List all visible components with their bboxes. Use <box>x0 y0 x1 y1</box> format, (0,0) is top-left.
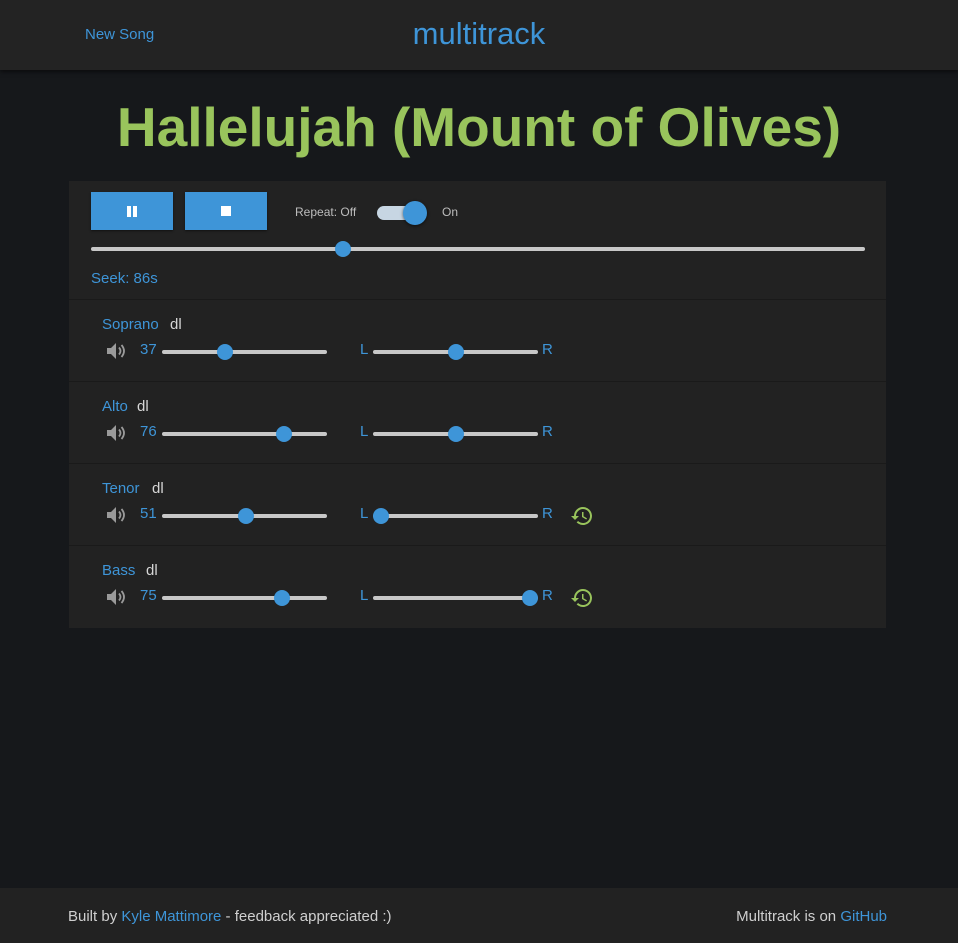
pan-left-label: L <box>360 423 369 440</box>
pan-slider[interactable] <box>373 590 538 606</box>
track-name[interactable]: Tenor <box>102 480 140 497</box>
track-row: Tenor dl 51 L R <box>69 464 886 546</box>
song-title: Hallelujah (Mount of Olives) <box>116 96 842 158</box>
pan-slider[interactable] <box>373 508 538 524</box>
pan-right-label: R <box>542 587 553 604</box>
repeat-toggle[interactable] <box>377 201 427 225</box>
volume-slider[interactable] <box>162 508 327 524</box>
track-name[interactable]: Soprano <box>102 316 159 333</box>
volume-slider[interactable] <box>162 426 327 442</box>
pause-icon <box>127 206 137 217</box>
reset-history-icon[interactable] <box>570 586 594 610</box>
volume-slider-rail <box>162 350 327 354</box>
pan-left-label: L <box>360 505 369 522</box>
seek-slider[interactable] <box>91 241 865 257</box>
github-link[interactable]: GitHub <box>840 908 887 925</box>
volume-slider-thumb[interactable] <box>276 426 293 442</box>
volume-slider[interactable] <box>162 344 327 360</box>
track-row: Bass dl 75 L R <box>69 546 886 628</box>
footer-credits: Built by Kyle Mattimore - feedback appre… <box>68 908 392 925</box>
transport-controls: Repeat: Off On Seek: 86s <box>69 181 886 300</box>
volume-slider-thumb[interactable] <box>216 344 233 360</box>
speaker-icon[interactable] <box>105 505 127 525</box>
speaker-icon[interactable] <box>105 587 127 607</box>
top-navbar: New Song multitrack <box>0 0 958 70</box>
volume-slider-thumb[interactable] <box>274 590 291 606</box>
pan-left-label: L <box>360 341 369 358</box>
track-name[interactable]: Bass <box>102 562 135 579</box>
built-by-suffix: - feedback appreciated :) <box>221 908 392 925</box>
pan-right-label: R <box>542 341 553 358</box>
pan-slider-rail <box>373 514 538 518</box>
track-name[interactable]: Alto <box>102 398 128 415</box>
volume-value: 75 <box>140 587 157 604</box>
pan-slider[interactable] <box>373 426 538 442</box>
repeat-off-label: Repeat: Off <box>295 205 357 219</box>
pan-right-label: R <box>542 505 553 522</box>
seek-label: Seek: 86s <box>91 270 158 287</box>
reset-history-icon[interactable] <box>570 504 594 528</box>
download-link[interactable]: dl <box>146 562 158 579</box>
mixer-panel: Repeat: Off On Seek: 86s Soprano dl 37 L R Al… <box>69 181 886 628</box>
download-link[interactable]: dl <box>152 480 164 497</box>
volume-value: 51 <box>140 505 157 522</box>
author-link[interactable]: Kyle Mattimore <box>121 908 221 925</box>
download-link[interactable]: dl <box>137 398 149 415</box>
github-prefix: Multitrack is on <box>736 908 841 925</box>
volume-slider-rail <box>162 432 327 436</box>
built-by-prefix: Built by <box>68 908 122 925</box>
pan-slider-thumb[interactable] <box>373 508 390 524</box>
volume-slider-rail <box>162 596 327 600</box>
pan-slider-rail <box>373 596 538 600</box>
track-row: Alto dl 76 L R <box>69 382 886 464</box>
pan-slider-thumb[interactable] <box>447 426 464 442</box>
pan-slider[interactable] <box>373 344 538 360</box>
footer: Built by Kyle Mattimore - feedback appre… <box>0 888 958 943</box>
pan-slider-thumb[interactable] <box>447 344 464 360</box>
volume-value: 37 <box>140 341 157 358</box>
seek-slider-thumb[interactable] <box>334 241 351 257</box>
pan-slider-thumb[interactable] <box>521 590 538 606</box>
seek-slider-rail <box>91 247 865 251</box>
pan-left-label: L <box>360 587 369 604</box>
volume-slider-thumb[interactable] <box>238 508 255 524</box>
volume-value: 76 <box>140 423 157 440</box>
stop-button[interactable] <box>185 192 267 230</box>
pause-button[interactable] <box>91 192 173 230</box>
speaker-icon[interactable] <box>105 341 127 361</box>
download-link[interactable]: dl <box>170 316 182 333</box>
repeat-on-label: On <box>442 205 459 219</box>
repeat-toggle-knob[interactable] <box>403 201 427 225</box>
volume-slider[interactable] <box>162 590 327 606</box>
app-brand[interactable]: multitrack <box>0 16 958 52</box>
pan-right-label: R <box>542 423 553 440</box>
stop-icon <box>221 206 231 216</box>
track-row: Soprano dl 37 L R <box>69 300 886 382</box>
speaker-icon[interactable] <box>105 423 127 443</box>
footer-github: Multitrack is on GitHub <box>736 908 887 925</box>
